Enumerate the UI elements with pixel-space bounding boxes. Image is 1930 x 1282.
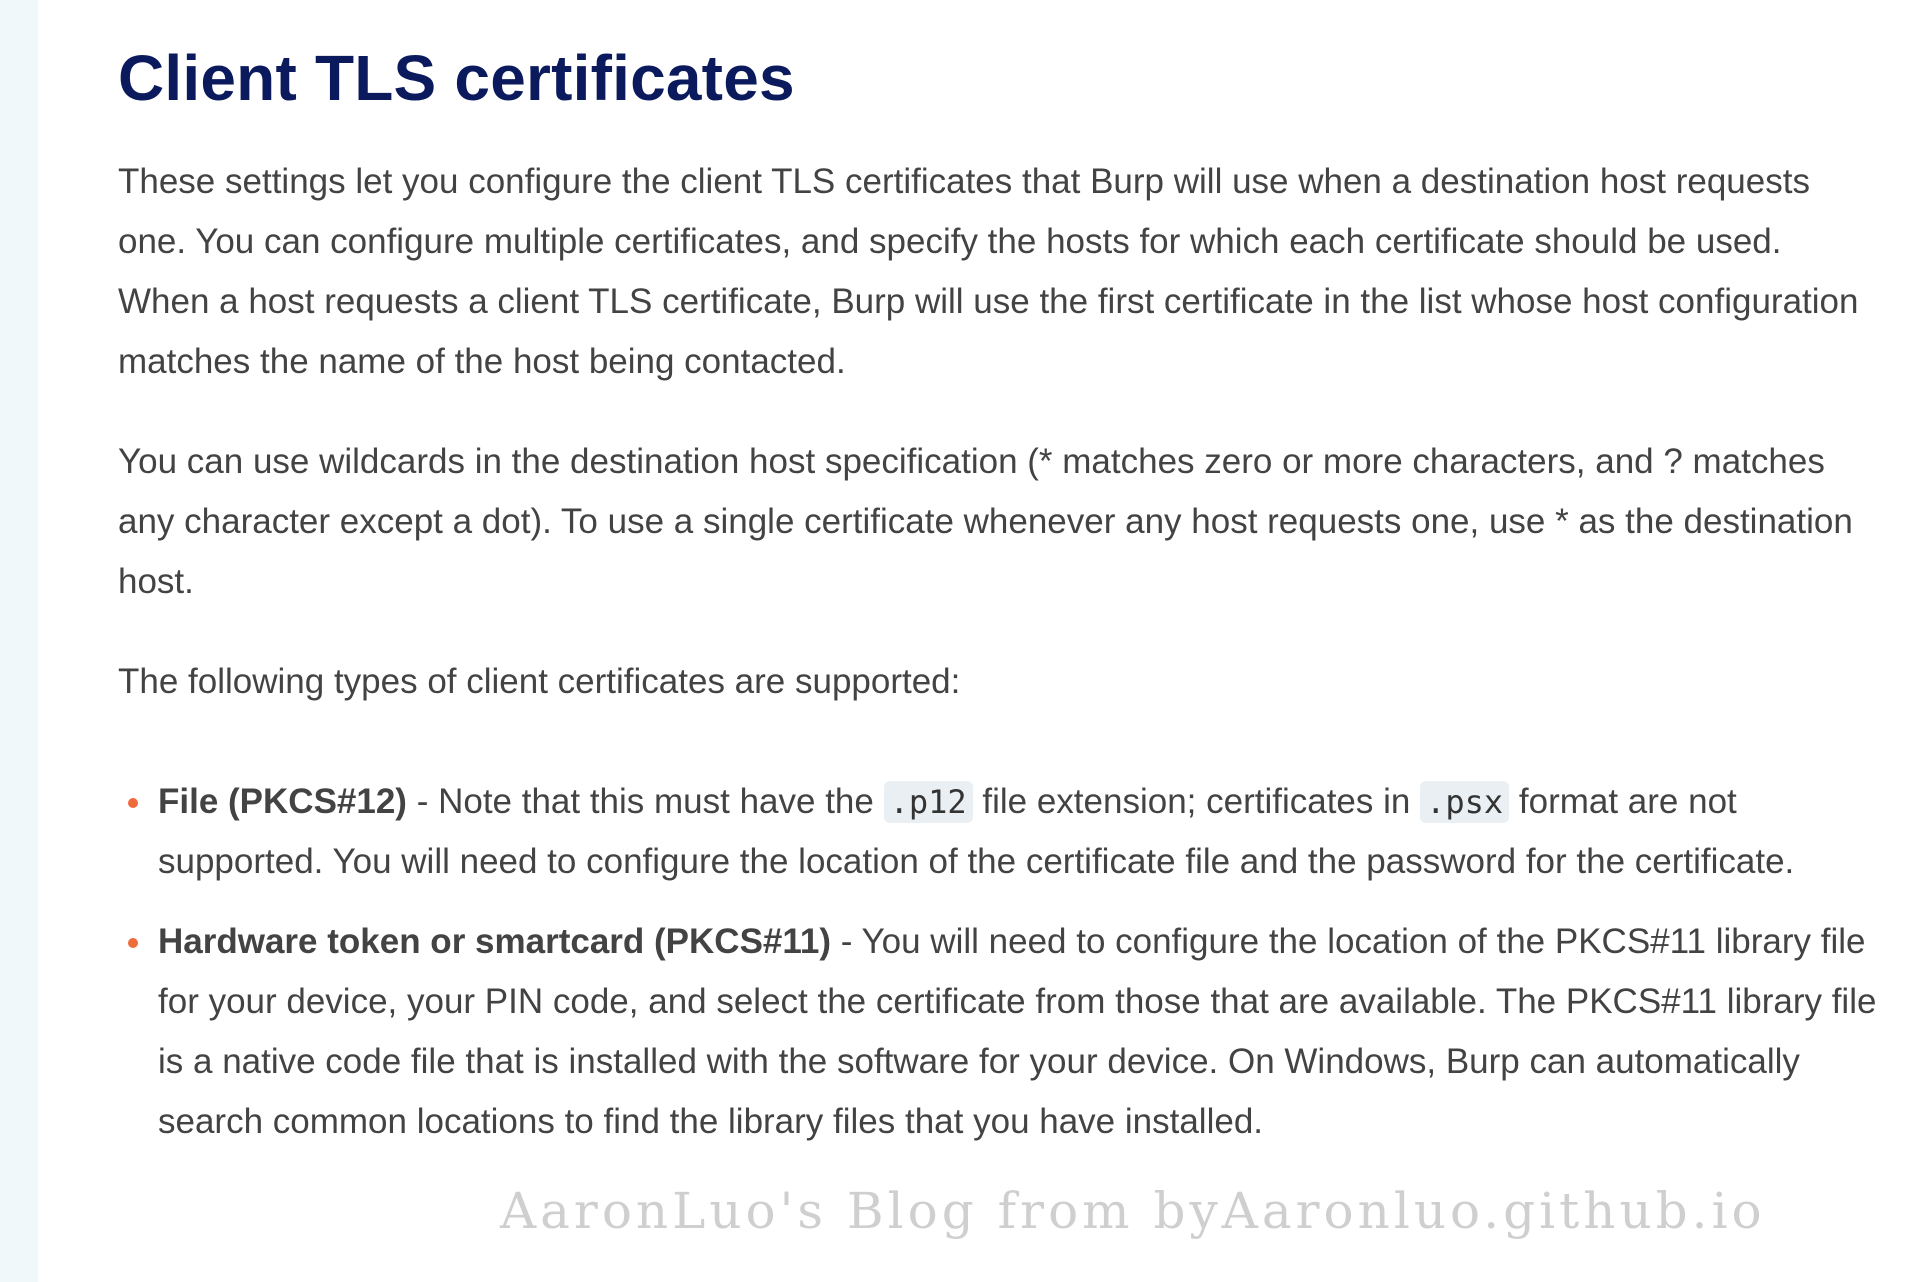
article-content: Client TLS certificates These settings l…: [118, 0, 1878, 1152]
list-item-hardware-token: Hardware token or smartcard (PKCS#11) - …: [118, 912, 1878, 1152]
bullet-icon: [128, 938, 138, 948]
list-item-text: - Note that this must have the: [406, 782, 884, 821]
bullet-icon: [128, 798, 138, 808]
code-p12: .p12: [883, 781, 973, 823]
intro-paragraph: These settings let you configure the cli…: [118, 162, 1859, 381]
code-psx: .psx: [1420, 781, 1510, 823]
supported-types-paragraph: The following types of client certificat…: [118, 662, 961, 701]
list-item-file-pkcs12: File (PKCS#12) - Note that this must hav…: [118, 772, 1878, 892]
page: Client TLS certificates These settings l…: [38, 0, 1930, 1282]
list-item-term: File (PKCS#12): [158, 782, 407, 821]
list-item-text: file extension; certificates in: [972, 782, 1421, 821]
wildcard-paragraph: You can use wildcards in the destination…: [118, 442, 1853, 601]
certificate-types-list: File (PKCS#12) - Note that this must hav…: [118, 772, 1878, 1152]
list-item-term: Hardware token or smartcard (PKCS#11): [158, 922, 832, 961]
page-title: Client TLS certificates: [118, 42, 795, 114]
